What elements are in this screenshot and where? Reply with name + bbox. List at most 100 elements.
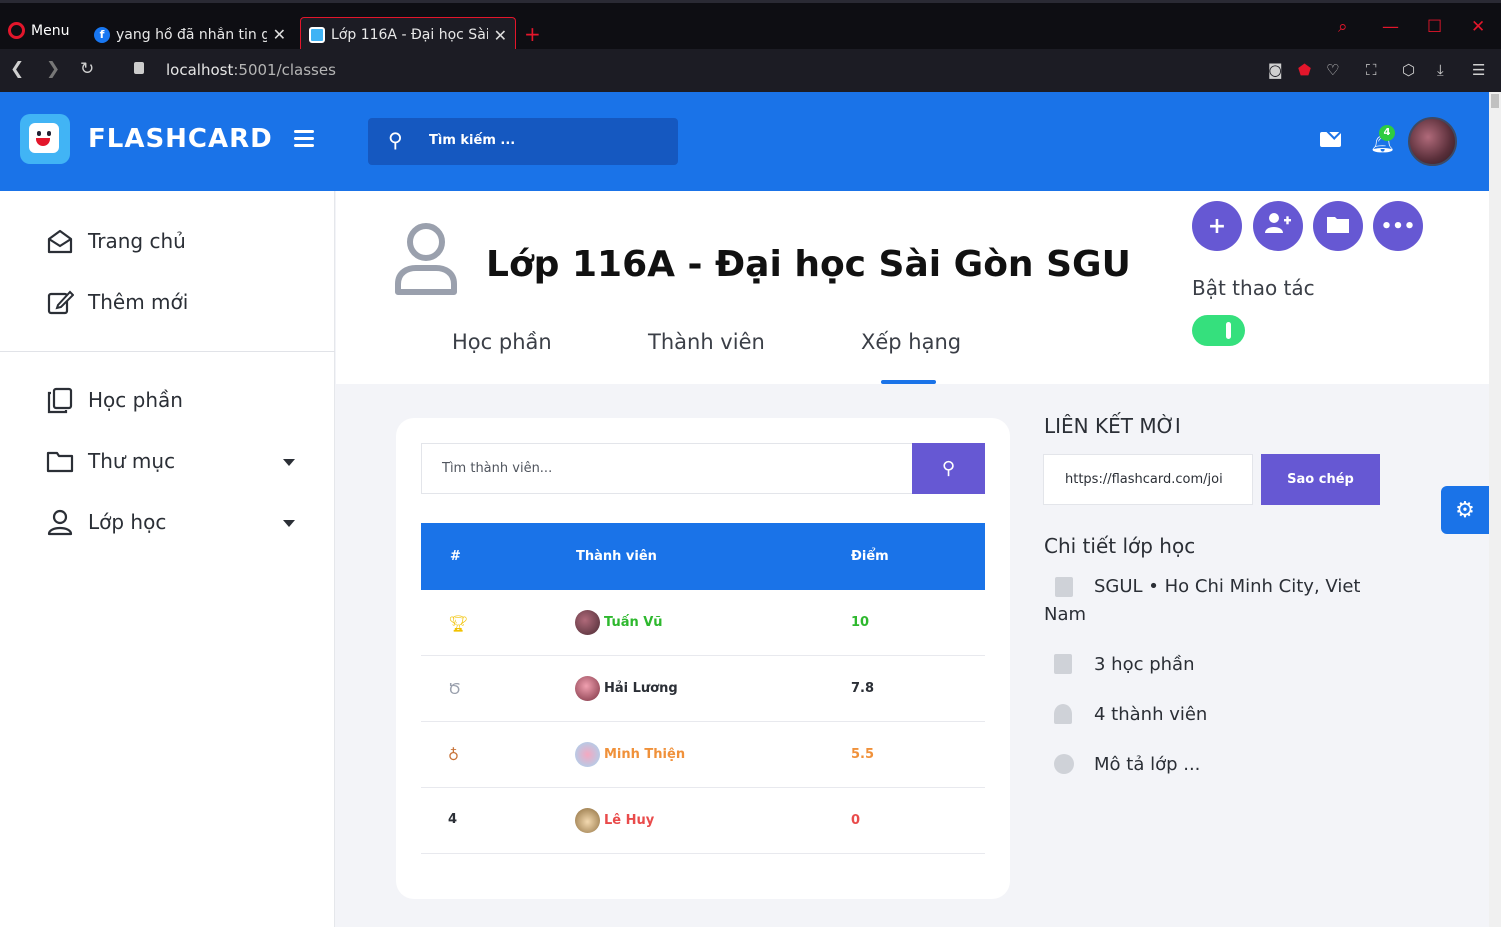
menu-toggle-icon[interactable] xyxy=(294,130,314,151)
sidebar: Trang chủ Thêm mới Học phần Thư mục Lớp … xyxy=(0,191,335,927)
user-icon xyxy=(1054,704,1072,724)
search-placeholder: Tìm kiếm ... xyxy=(429,133,516,148)
member-name[interactable]: Hải Lương xyxy=(604,681,678,696)
flashcard-logo-icon[interactable] xyxy=(20,114,70,164)
sidebar-item-label: Lớp học xyxy=(88,510,167,534)
class-details-title: Chi tiết lớp học xyxy=(1044,534,1196,558)
user-avatar[interactable] xyxy=(1408,117,1457,166)
avatar xyxy=(575,610,600,635)
edit-mode-toggle[interactable] xyxy=(1192,315,1245,346)
cube-icon[interactable]: ⬡ xyxy=(1402,61,1415,79)
member-name[interactable]: Minh Thiện xyxy=(604,747,685,762)
member-search-button[interactable]: ⚲ xyxy=(912,443,985,494)
back-icon[interactable]: ❮ xyxy=(10,59,24,79)
browser-menu-button[interactable]: Menu xyxy=(8,22,69,39)
avatar xyxy=(575,676,600,701)
folder-icon xyxy=(1327,214,1349,239)
camera-icon[interactable]: ◙ xyxy=(1268,61,1283,79)
facebook-favicon-icon: f xyxy=(94,26,110,43)
page-scrollbar[interactable] xyxy=(1489,92,1501,927)
minimize-icon[interactable]: — xyxy=(1382,17,1399,37)
medal-bronze-icon: ♁ xyxy=(448,746,459,764)
column-score: Điểm xyxy=(851,549,889,564)
avatar xyxy=(575,742,600,767)
close-tab-icon[interactable]: ✕ xyxy=(273,25,286,44)
chevron-down-icon[interactable] xyxy=(283,520,295,527)
table-row[interactable]: 4 Lê Huy 0 xyxy=(421,788,985,854)
member-search-input[interactable]: Tìm thành viên... xyxy=(421,443,913,494)
global-search-input[interactable]: ⚲ Tìm kiếm ... xyxy=(368,118,678,165)
settings-gear-button[interactable]: ⚙ xyxy=(1441,486,1489,534)
new-tab-button[interactable]: + xyxy=(524,22,541,46)
table-row[interactable]: ♁ Minh Thiện 5.5 xyxy=(421,722,985,788)
download-icon[interactable]: ⤓ xyxy=(1437,61,1444,79)
column-rank: # xyxy=(450,549,461,564)
browser-tab-facebook[interactable]: f yang hồ đã nhắn tin gay ✕ xyxy=(86,17,294,52)
user-icon xyxy=(46,508,74,536)
mail-icon[interactable] xyxy=(1320,132,1341,147)
class-description[interactable]: Mô tả lớp ... xyxy=(1094,754,1200,775)
sidebar-item-folders[interactable]: Thư mục xyxy=(46,447,175,475)
member-name[interactable]: Lê Huy xyxy=(604,813,654,828)
table-row[interactable]: 🏆︎ Tuấn Vũ 10 xyxy=(421,590,985,656)
member-score: 5.5 xyxy=(851,747,875,762)
adblock-icon[interactable]: ⬟ xyxy=(1298,61,1311,79)
member-score: 10 xyxy=(851,615,870,630)
medal-silver-icon: Ծ xyxy=(448,680,461,698)
url-field[interactable]: localhost:5001/classes xyxy=(166,61,336,79)
edit-icon xyxy=(46,288,74,316)
ranking-table-header: # Thành viên Điểm xyxy=(421,523,985,590)
forward-icon[interactable]: ❯ xyxy=(46,59,60,79)
sidebar-item-label: Thêm mới xyxy=(88,290,189,314)
lock-icon xyxy=(134,62,144,74)
search-tabs-icon[interactable]: ⌕ xyxy=(1338,17,1348,37)
page-title: Lớp 116A - Đại học Sài Gòn SGU xyxy=(486,244,1131,285)
heart-icon[interactable]: ♡ xyxy=(1326,61,1339,79)
avatar xyxy=(575,808,600,833)
column-member: Thành viên xyxy=(576,549,657,564)
folder-button[interactable] xyxy=(1313,201,1363,251)
invite-link-value: https://flashcard.com/joi xyxy=(1065,472,1223,487)
sidebar-item-home[interactable]: Trang chủ xyxy=(46,227,186,255)
brand-name[interactable]: FLASHCARD xyxy=(88,124,273,154)
member-score: 0 xyxy=(851,813,861,828)
sidebar-item-label: Trang chủ xyxy=(88,229,186,253)
add-member-button[interactable] xyxy=(1253,201,1303,251)
rank-number: 4 xyxy=(448,812,458,827)
plus-icon: + xyxy=(1207,213,1227,239)
member-search-placeholder: Tìm thành viên... xyxy=(442,461,553,476)
app-header: FLASHCARD ⚲ Tìm kiếm ... 🔔︎ xyxy=(0,92,1489,191)
invite-link-field[interactable]: https://flashcard.com/joi xyxy=(1043,454,1253,505)
tab-ranking[interactable]: Xếp hạng xyxy=(861,330,961,354)
tab-title: Lớp 116A - Đại học Sài Gòn SGU xyxy=(331,27,488,43)
member-name[interactable]: Tuấn Vũ xyxy=(604,615,663,630)
folder-icon xyxy=(46,447,74,475)
search-icon: ⚲ xyxy=(941,458,956,479)
reload-icon[interactable]: ↻ xyxy=(80,59,94,79)
sidebar-item-label: Thư mục xyxy=(88,449,176,473)
more-options-button[interactable]: ••• xyxy=(1373,201,1423,251)
easy-setup-icon[interactable]: ☰ xyxy=(1472,61,1485,79)
edit-mode-label: Bật thao tác xyxy=(1192,276,1315,300)
invite-link-title: LIÊN KẾT MỜI xyxy=(1044,414,1181,438)
trophy-icon: 🏆︎ xyxy=(448,614,469,633)
search-icon: ⚲ xyxy=(388,128,403,152)
add-button[interactable]: + xyxy=(1192,201,1242,251)
table-row[interactable]: Ծ Hải Lương 7.8 xyxy=(421,656,985,722)
tab-members[interactable]: Thành viên xyxy=(648,330,765,354)
snapshot-icon[interactable]: ⛶ xyxy=(1366,61,1377,79)
info-icon xyxy=(1054,754,1074,774)
close-window-icon[interactable]: ✕ xyxy=(1471,17,1485,37)
chevron-down-icon[interactable] xyxy=(283,459,295,466)
copy-button[interactable]: Sao chép xyxy=(1261,454,1380,505)
tab-modules[interactable]: Học phần xyxy=(452,330,552,354)
sidebar-item-modules[interactable]: Học phần xyxy=(46,386,183,414)
browser-tab-active[interactable]: Lớp 116A - Đại học Sài Gòn SGU ✕ xyxy=(300,17,516,52)
sidebar-item-add[interactable]: Thêm mới xyxy=(46,288,188,316)
close-tab-icon[interactable]: ✕ xyxy=(494,26,507,45)
maximize-icon[interactable]: ☐ xyxy=(1427,17,1442,37)
tab-title: yang hồ đã nhắn tin gay xyxy=(116,26,267,43)
class-school-cont: Nam xyxy=(1044,604,1087,625)
gear-icon: ⚙ xyxy=(1455,497,1475,523)
sidebar-item-classes[interactable]: Lớp học xyxy=(46,508,166,536)
